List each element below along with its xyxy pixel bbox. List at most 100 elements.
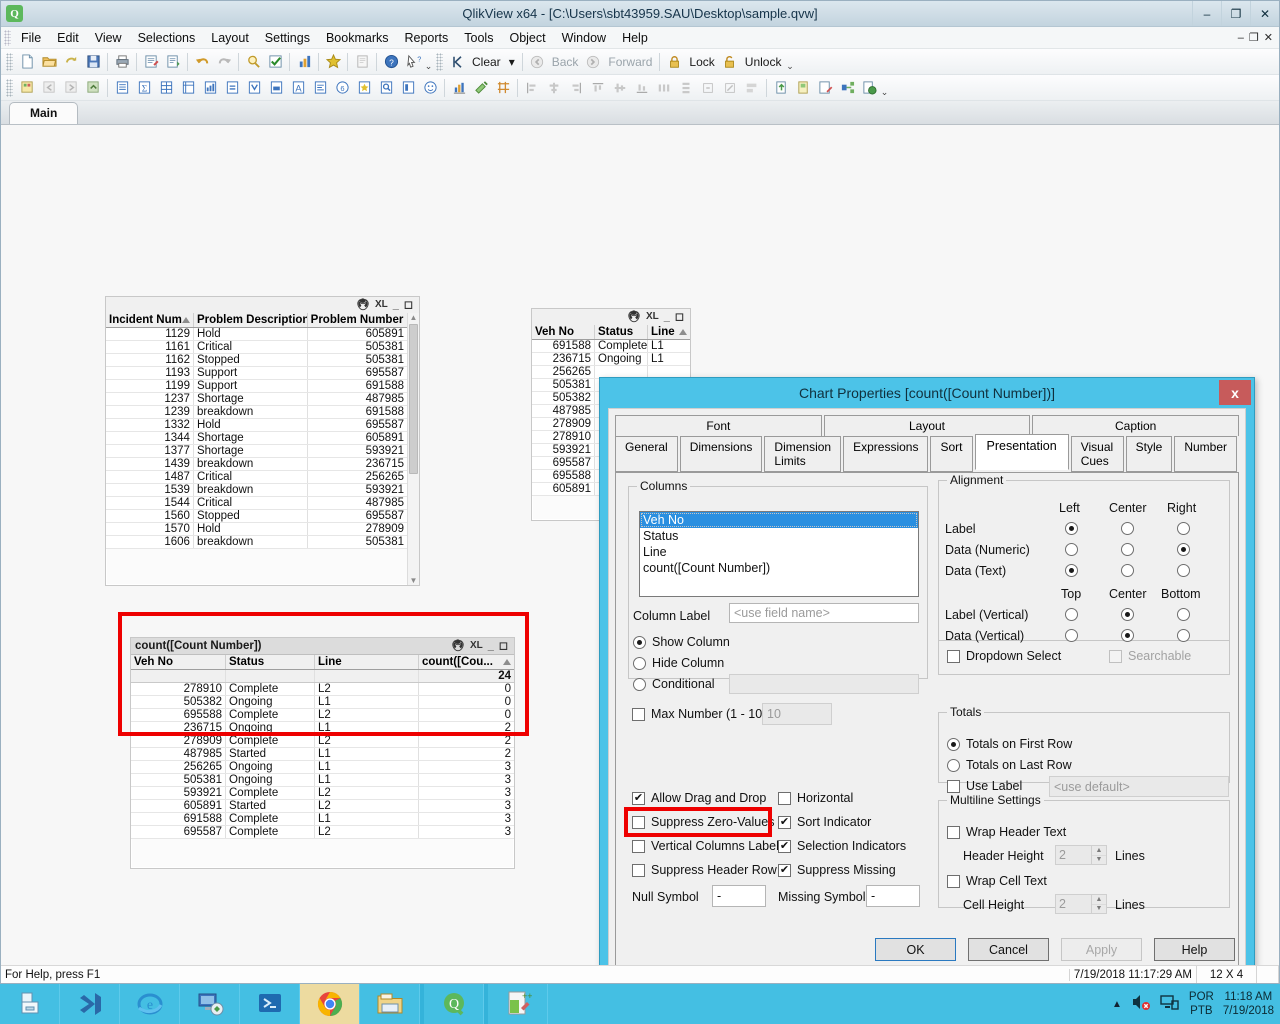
col-status[interactable]: Status (226, 655, 315, 669)
send-to-excel-icon[interactable] (836, 77, 858, 99)
table-cell[interactable]: 1606 (106, 536, 194, 548)
table-cell[interactable]: 505381 (532, 379, 595, 391)
network-icon[interactable] (1160, 993, 1180, 1015)
table-cell[interactable]: 487985 (532, 405, 595, 417)
table-box-icon[interactable] (177, 77, 199, 99)
container-icon[interactable]: 6 (331, 77, 353, 99)
table-cell[interactable]: 0 (419, 696, 514, 708)
chart-wizard-icon[interactable] (293, 51, 315, 73)
table-cell[interactable]: 593921 (308, 445, 407, 457)
conditional-radio[interactable] (633, 677, 646, 691)
table-cell[interactable]: 505382 (131, 696, 226, 708)
table-cell[interactable]: Ongoing (595, 353, 648, 365)
table-cell[interactable]: 0 (419, 683, 514, 695)
table-cell[interactable]: 487985 (308, 393, 407, 405)
label-valign-top-radio[interactable] (1065, 608, 1078, 621)
vertical-columns-labels-checkbox[interactable] (632, 839, 645, 853)
table-row[interactable]: 1570 Hold 278909 (106, 523, 407, 536)
table-cell[interactable]: breakdown (194, 484, 308, 496)
table-cell[interactable]: 1344 (106, 432, 194, 444)
selection-indicators-row[interactable]: Selection Indicators (778, 839, 906, 853)
tab-presentation[interactable]: Presentation (974, 434, 1069, 470)
table-row[interactable]: 236715 Ongoing L1 2 (131, 722, 514, 735)
tab-layout[interactable]: Layout (823, 415, 1031, 436)
col-veh-no[interactable]: Veh No (532, 325, 595, 339)
data-numeric-align-center-radio[interactable] (1121, 543, 1134, 556)
print-icon[interactable]: 🖲 (627, 311, 641, 323)
table-row[interactable]: 1237 Shortage 487985 (106, 393, 407, 406)
table-row[interactable]: 605891 Started L2 3 (131, 800, 514, 813)
label-valign-center-radio[interactable] (1121, 608, 1134, 621)
data-text-align-center-radio[interactable] (1121, 564, 1134, 577)
use-label-checkbox[interactable] (947, 779, 960, 793)
table-cell[interactable]: Critical (194, 341, 308, 353)
selection-indicators-checkbox[interactable] (778, 839, 791, 853)
table-cell[interactable]: 0 (419, 709, 514, 721)
use-label-row[interactable]: Use Label (947, 779, 1022, 793)
suppress-header-row-row[interactable]: Suppress Header Row (632, 863, 777, 877)
table-cell[interactable]: L1 (315, 722, 419, 734)
redo-icon[interactable] (213, 51, 235, 73)
slider-icon[interactable] (309, 77, 331, 99)
table-cell[interactable]: 593921 (131, 787, 226, 799)
export-icon[interactable] (770, 77, 792, 99)
table-cell[interactable]: breakdown (194, 458, 308, 470)
table-row[interactable]: 236715 Ongoing L1 (532, 353, 690, 366)
lock-button-label[interactable]: Lock (685, 55, 718, 69)
col-problem-number[interactable]: Problem Number (308, 313, 407, 327)
sort-indicator-row[interactable]: Sort Indicator (778, 815, 871, 829)
table-cell[interactable]: 691588 (532, 340, 595, 352)
table-cell[interactable]: breakdown (194, 406, 308, 418)
table-cell[interactable]: 1332 (106, 419, 194, 431)
horizontal-row[interactable]: Horizontal (778, 791, 853, 805)
table-cell[interactable]: 1377 (106, 445, 194, 457)
table-cell[interactable]: Complete (226, 709, 315, 721)
mdi-minimize-button[interactable]: – (1238, 32, 1244, 44)
col-problem-description[interactable]: Problem Description (194, 313, 308, 327)
table-cell[interactable]: Hold (194, 419, 308, 431)
table-cell[interactable]: Shortage (194, 393, 308, 405)
taskbar-file-explorer-icon[interactable] (360, 984, 420, 1024)
table-row[interactable]: 278910 Complete L2 0 (131, 683, 514, 696)
reload-icon[interactable] (60, 51, 82, 73)
table-cell[interactable]: 1487 (106, 471, 194, 483)
tab-font[interactable]: Font (615, 415, 822, 436)
menubar-grip[interactable] (4, 29, 11, 46)
table-cell[interactable]: L2 (315, 735, 419, 747)
table-cell[interactable]: 695587 (532, 457, 595, 469)
tab-general[interactable]: General (615, 436, 678, 472)
spin-up-icon[interactable]: ▲ (1092, 846, 1106, 856)
incident-table-scrollbar[interactable]: ▲ ▼ (407, 313, 419, 585)
ok-button[interactable]: OK (875, 938, 956, 961)
wrap-header-text-checkbox[interactable] (947, 825, 960, 839)
table-row[interactable]: 278909 Complete L2 2 (131, 735, 514, 748)
table-cell[interactable]: 695588 (131, 709, 226, 721)
toolbar-overflow-button[interactable]: ⌄ (424, 52, 433, 72)
table-cell[interactable]: 605891 (532, 483, 595, 495)
bar-chart-icon[interactable] (199, 77, 221, 99)
table-cell[interactable]: 605891 (131, 800, 226, 812)
mdi-close-button[interactable]: ✕ (1264, 31, 1273, 44)
table-row[interactable]: 1129 Hold 605891 (106, 328, 407, 341)
columns-listbox[interactable]: Veh No Status Line count([Count Number]) (639, 511, 919, 597)
dropdown-select-checkbox[interactable] (947, 649, 960, 663)
table-cell[interactable]: L2 (315, 800, 419, 812)
table-cell[interactable]: L1 (315, 748, 419, 760)
table-cell[interactable]: L2 (315, 683, 419, 695)
data-text-align-right-radio[interactable] (1177, 564, 1190, 577)
table-cell[interactable]: 278909 (131, 735, 226, 747)
close-button[interactable]: ✕ (1250, 1, 1279, 26)
taskbar-visual-studio-code-icon[interactable] (60, 984, 120, 1024)
taskbar-toolbox-icon[interactable] (0, 984, 60, 1024)
table-cell[interactable]: Ongoing (226, 722, 315, 734)
copy-image-icon[interactable] (792, 77, 814, 99)
custom-object-icon[interactable] (397, 77, 419, 99)
toolbar-overflow-button-2[interactable]: ⌄ (785, 52, 794, 72)
tab-number[interactable]: Number (1174, 436, 1237, 472)
toolbar-grip[interactable] (6, 78, 13, 97)
table-cell[interactable]: 236715 (532, 353, 595, 365)
edit-script-icon[interactable] (140, 51, 162, 73)
wrap-cell-text-row[interactable]: Wrap Cell Text (947, 874, 1047, 888)
cancel-button[interactable]: Cancel (968, 938, 1049, 961)
input-box-icon[interactable] (243, 77, 265, 99)
